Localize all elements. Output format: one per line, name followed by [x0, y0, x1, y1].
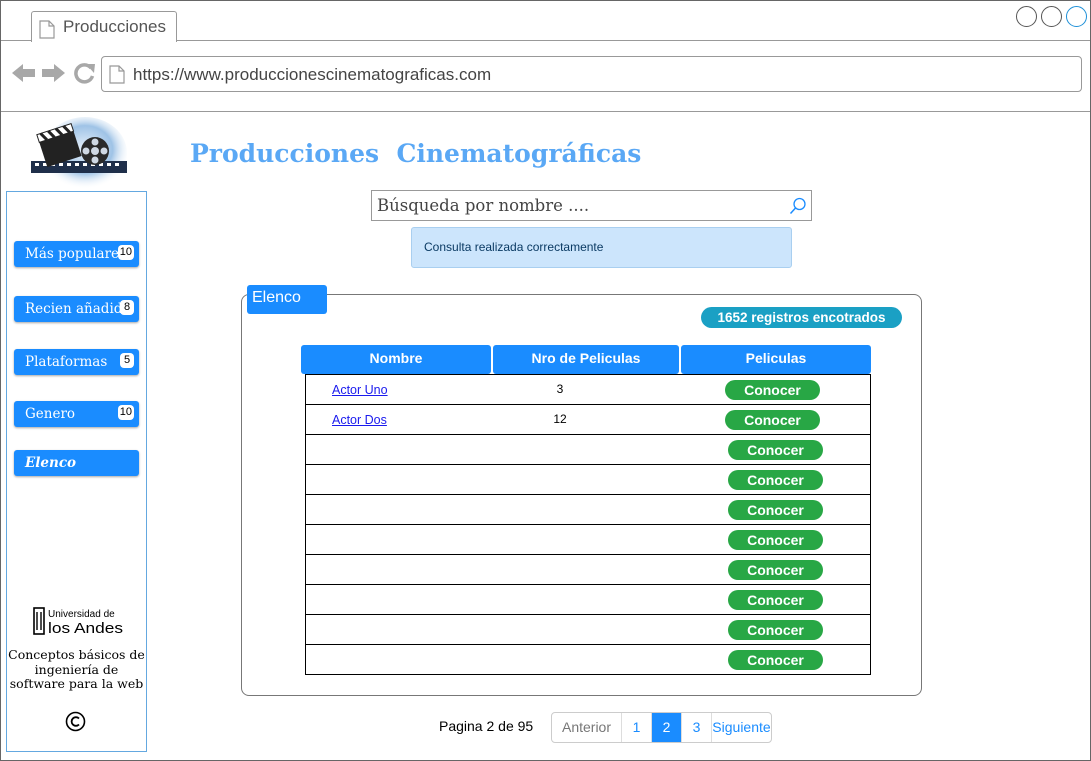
table-row: Actor Dos 12 Conocer	[306, 404, 870, 434]
table-row: Conocer	[306, 494, 870, 524]
tab-title: Producciones	[63, 17, 167, 36]
url-bar[interactable]: https://www.produccionescinematograficas…	[101, 56, 1082, 92]
count-badge: 10	[117, 405, 134, 420]
search-input[interactable]	[372, 191, 782, 220]
success-alert: Consulta realizada correctamente	[411, 227, 792, 268]
actor-name-link[interactable]: Actor Uno	[332, 383, 388, 397]
search-icon[interactable]	[789, 197, 807, 215]
sidebar-item-label: Recien añadida	[25, 301, 131, 317]
page-title: Producciones Cinematográficas	[190, 139, 642, 168]
sidebar-item-label: Más populares	[25, 246, 126, 262]
pagination-prev[interactable]: Anterior	[552, 713, 622, 742]
alert-message: Consulta realizada correctamente	[424, 240, 604, 254]
pagination-page-2[interactable]: 2	[652, 713, 682, 742]
column-header-peliculas[interactable]: Peliculas	[681, 345, 871, 374]
browser-window: Producciones https://www.produccionescin…	[0, 0, 1091, 761]
table-row: Conocer	[306, 464, 870, 494]
sidebar-item-genero[interactable]: Genero 10	[14, 401, 139, 427]
table-row: Conocer	[306, 584, 870, 614]
conocer-button[interactable]: Conocer	[728, 440, 823, 460]
maximize-button[interactable]	[1041, 6, 1062, 27]
address-bar-row: https://www.produccionescinematograficas…	[1, 41, 1090, 112]
column-header-nombre[interactable]: Nombre	[301, 345, 491, 374]
forward-arrow-icon[interactable]	[41, 62, 65, 84]
browser-tab[interactable]: Producciones	[31, 11, 177, 42]
document-icon	[39, 20, 55, 39]
count-badge: 8	[120, 300, 134, 315]
conocer-button[interactable]: Conocer	[728, 590, 823, 610]
university-name-line1: Universidad de	[48, 609, 115, 620]
conocer-button[interactable]: Conocer	[728, 620, 823, 640]
actors-table: Actor Uno 3 Conocer Actor Dos 12 Conocer…	[305, 374, 871, 675]
tab-bar: Producciones	[1, 1, 1090, 42]
table-row: Conocer	[306, 554, 870, 584]
conocer-button[interactable]: Conocer	[728, 500, 823, 520]
pagination: Anterior 1 2 3 Siguiente	[551, 712, 772, 743]
actor-name-link[interactable]: Actor Dos	[332, 413, 387, 427]
conocer-button[interactable]: Conocer	[728, 650, 823, 670]
count-badge: 10	[117, 245, 134, 260]
pagination-page-1[interactable]: 1	[622, 713, 652, 742]
close-button[interactable]	[1066, 6, 1087, 27]
panel-tab-elenco: Elenco	[247, 285, 327, 314]
conocer-button[interactable]: Conocer	[725, 380, 820, 400]
pagination-info: Pagina 2 de 95	[439, 718, 534, 734]
document-icon	[109, 65, 125, 84]
copyright-icon	[65, 711, 86, 732]
sidebar-item-plataformas[interactable]: Plataformas 5	[14, 349, 139, 375]
sidebar-item-mas-populares[interactable]: Más populares 10	[14, 241, 139, 267]
count-badge: 5	[120, 353, 134, 368]
pagination-page-3[interactable]: 3	[682, 713, 712, 742]
reload-icon[interactable]	[72, 62, 96, 84]
table-row: Actor Uno 3 Conocer	[306, 374, 870, 404]
table-row: Conocer	[306, 434, 870, 464]
minimize-button[interactable]	[1016, 6, 1037, 27]
sidebar: Más populares 10 Recien añadida 8 Plataf…	[6, 191, 147, 752]
back-arrow-icon[interactable]	[12, 62, 36, 84]
university-logo: Universidad de los Andes	[33, 607, 123, 636]
table-row: Conocer	[306, 614, 870, 644]
conocer-button[interactable]: Conocer	[728, 470, 823, 490]
conocer-button[interactable]: Conocer	[728, 560, 823, 580]
sidebar-item-recien-anadida[interactable]: Recien añadida 8	[14, 296, 139, 322]
column-header-nro-peliculas[interactable]: Nro de Peliculas	[493, 345, 679, 374]
url-text: https://www.produccionescinematograficas…	[133, 65, 492, 84]
sidebar-item-label: Genero	[25, 406, 76, 422]
course-text: Conceptos básicos de ingeniería de softw…	[8, 647, 145, 691]
sidebar-item-label: Elenco	[25, 455, 77, 471]
sidebar-item-label: Plataformas	[25, 354, 108, 370]
sidebar-item-elenco[interactable]: Elenco	[14, 450, 139, 476]
pagination-next[interactable]: Siguiente	[712, 713, 771, 742]
film-logo	[31, 117, 127, 189]
panel-tab-label: Elenco	[252, 289, 301, 306]
conocer-button[interactable]: Conocer	[725, 410, 820, 430]
search-box	[371, 190, 812, 221]
university-name-line2: los Andes	[48, 620, 123, 636]
table-row: Conocer	[306, 644, 870, 674]
records-count-badge: 1652 registros encotrados	[701, 307, 902, 328]
table-row: Conocer	[306, 524, 870, 554]
conocer-button[interactable]: Conocer	[728, 530, 823, 550]
